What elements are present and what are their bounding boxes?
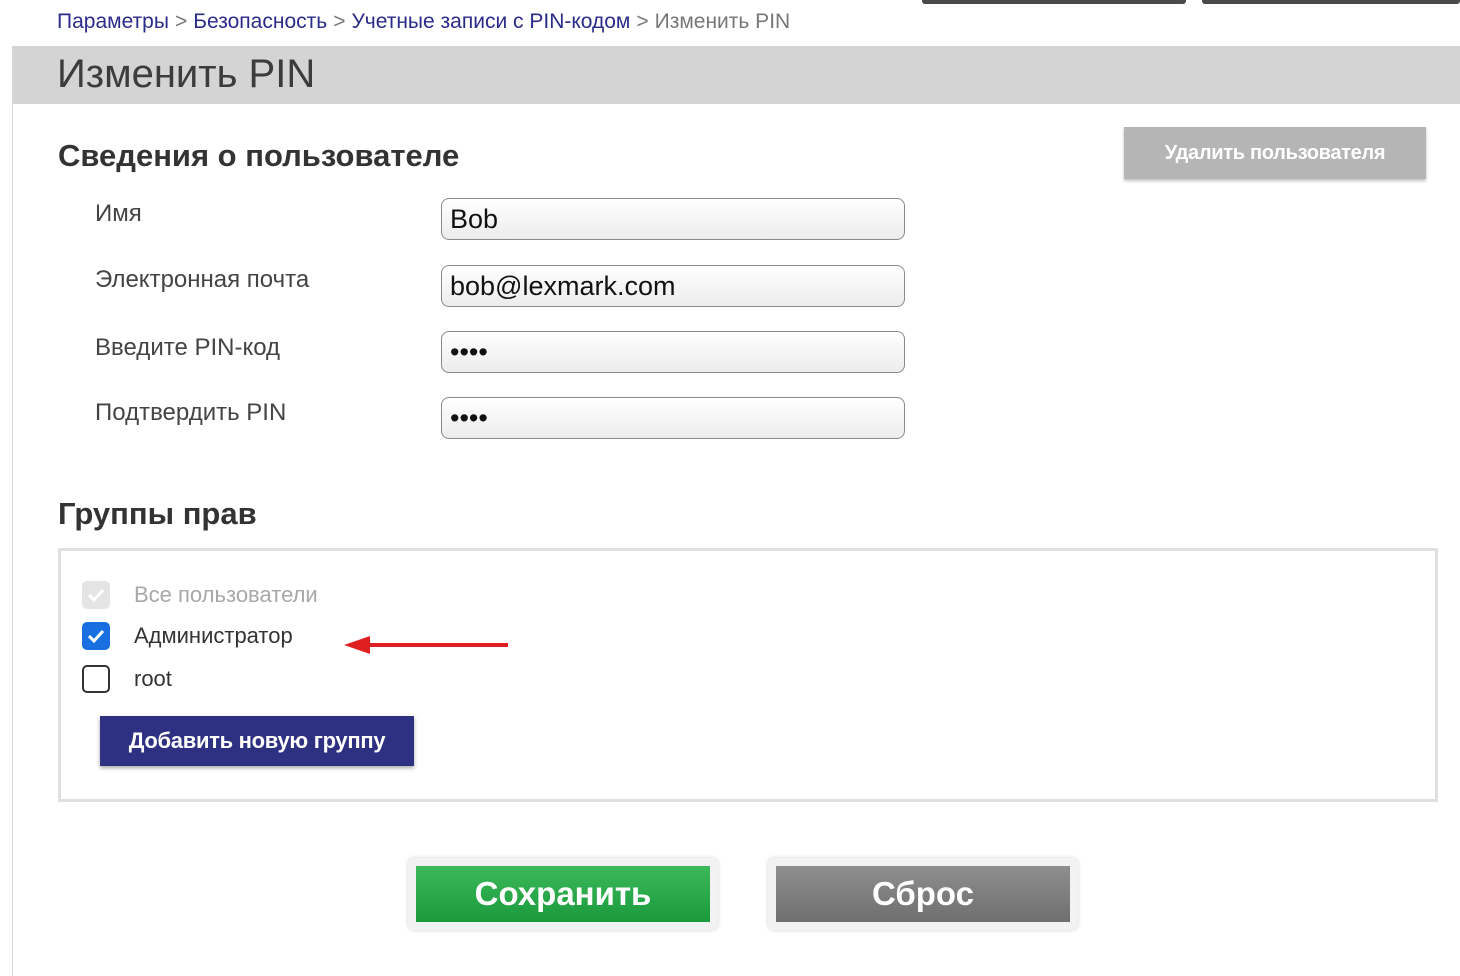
save-button-frame: Сохранить — [408, 858, 718, 930]
group-label: Все пользователи — [134, 582, 318, 607]
group-label: Администратор — [134, 623, 293, 648]
add-group-button[interactable]: Добавить новую группу — [100, 716, 414, 766]
confirm-pin-field[interactable] — [441, 397, 905, 439]
email-field[interactable] — [441, 265, 905, 307]
red-arrow-icon — [344, 636, 508, 654]
breadcrumb-current: Изменить PIN — [654, 10, 791, 33]
group-row-all-users: Все пользователи — [82, 580, 318, 610]
group-row-root: root — [82, 664, 172, 694]
name-field[interactable] — [441, 198, 905, 240]
breadcrumb-link-settings[interactable]: Параметры — [57, 10, 169, 33]
breadcrumb-separator: > — [636, 10, 649, 33]
confirm-pin-label: Подтвердить PIN — [95, 399, 287, 426]
breadcrumb-separator: > — [333, 10, 346, 33]
administrator-checkbox[interactable] — [82, 622, 110, 650]
breadcrumb-separator: > — [174, 10, 188, 33]
breadcrumb-link-security[interactable]: Безопасность — [193, 10, 327, 33]
group-row-administrator: Администратор — [82, 621, 293, 651]
reset-button[interactable]: Сброс — [776, 866, 1070, 922]
all-users-checkbox — [82, 581, 110, 609]
delete-user-button[interactable]: Удалить пользователя — [1124, 127, 1426, 179]
pin-field[interactable] — [441, 331, 905, 373]
user-info-heading: Сведения о пользователе — [58, 138, 460, 173]
breadcrumb: Параметры > Безопасность > Учетные записи с … — [57, 10, 790, 34]
group-label: root — [134, 666, 172, 691]
page-title: Изменить PIN — [57, 52, 316, 96]
panel-header: Изменить PIN — [13, 46, 1460, 104]
breadcrumb-link-pin-accounts[interactable]: Учетные записи с PIN-кодом — [351, 10, 630, 33]
reset-button-frame: Сброс — [768, 858, 1078, 930]
checkmark-icon — [87, 588, 105, 603]
name-label: Имя — [95, 200, 142, 227]
pin-label: Введите PIN-код — [95, 334, 281, 361]
email-label: Электронная почта — [95, 266, 310, 293]
save-button[interactable]: Сохранить — [416, 866, 710, 922]
top-tab-2[interactable] — [1202, 0, 1460, 4]
permission-groups-heading: Группы прав — [58, 496, 257, 531]
root-checkbox[interactable] — [82, 665, 110, 693]
checkmark-icon — [87, 629, 105, 644]
top-tab-1[interactable] — [922, 0, 1186, 4]
